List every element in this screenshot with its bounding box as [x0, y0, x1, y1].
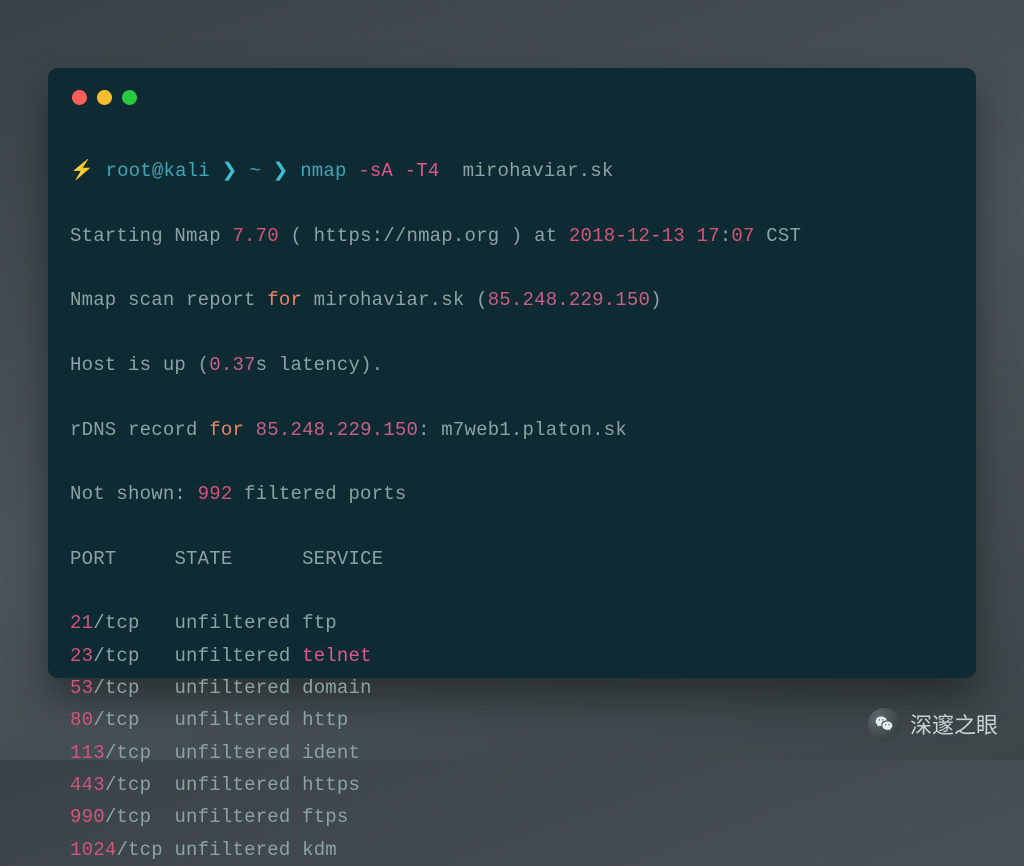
port-proto: /tcp	[93, 709, 139, 731]
command-target: mirohaviar.sk	[463, 160, 614, 182]
port-service: https	[302, 774, 360, 796]
output-line: Host is up (0.37s latency).	[70, 349, 954, 381]
output-line: rDNS record for 85.248.229.150: m7web1.p…	[70, 414, 954, 446]
terminal-output[interactable]: ⚡ root@kali ❯ ~ ❯ nmap -sA -T4 mirohavia…	[70, 123, 954, 866]
port-service: http	[302, 709, 348, 731]
prompt-cwd: ~	[249, 160, 261, 182]
port-row: 21/tcp unfiltered ftp	[70, 607, 954, 639]
port-service: domain	[302, 677, 372, 699]
wechat-icon	[868, 708, 900, 740]
watermark: 深邃之眼	[868, 708, 998, 740]
port-number: 21	[70, 612, 93, 634]
port-state: unfiltered	[174, 612, 290, 634]
port-service: telnet	[302, 645, 372, 667]
col-state: STATE	[174, 548, 232, 570]
port-proto: /tcp	[116, 839, 162, 861]
port-state: unfiltered	[174, 677, 290, 699]
port-row: 990/tcp unfiltered ftps	[70, 801, 954, 833]
port-state: unfiltered	[174, 742, 290, 764]
minimize-button[interactable]	[97, 90, 112, 105]
port-row: 23/tcp unfiltered telnet	[70, 640, 954, 672]
port-service: ftps	[302, 806, 348, 828]
watermark-text: 深邃之眼	[910, 708, 998, 740]
port-state: unfiltered	[174, 645, 290, 667]
col-service: SERVICE	[302, 548, 383, 570]
port-row: 1024/tcp unfiltered kdm	[70, 834, 954, 866]
port-rows: 21/tcp unfiltered ftp23/tcp unfiltered t…	[70, 607, 954, 865]
port-state: unfiltered	[174, 709, 290, 731]
port-proto: /tcp	[105, 742, 151, 764]
terminal-window: ⚡ root@kali ❯ ~ ❯ nmap -sA -T4 mirohavia…	[48, 68, 976, 678]
port-row: 113/tcp unfiltered ident	[70, 737, 954, 769]
port-state: unfiltered	[174, 806, 290, 828]
port-proto: /tcp	[93, 677, 139, 699]
lightning-icon: ⚡	[70, 160, 94, 182]
port-number: 53	[70, 677, 93, 699]
port-row: 443/tcp unfiltered https	[70, 769, 954, 801]
col-port: PORT	[70, 548, 116, 570]
port-service: ident	[302, 742, 360, 764]
port-proto: /tcp	[105, 806, 151, 828]
command-flags: -sA -T4	[358, 160, 439, 182]
port-state: unfiltered	[174, 774, 290, 796]
target-ip: 85.248.229.150	[488, 289, 650, 311]
port-number: 1024	[70, 839, 116, 861]
port-proto: /tcp	[93, 645, 139, 667]
output-line: Nmap scan report for mirohaviar.sk (85.2…	[70, 284, 954, 316]
maximize-button[interactable]	[122, 90, 137, 105]
port-state: unfiltered	[174, 839, 290, 861]
chevron-right-icon: ❯	[272, 160, 288, 182]
port-row: 80/tcp unfiltered http	[70, 704, 954, 736]
close-button[interactable]	[72, 90, 87, 105]
port-service: kdm	[302, 839, 337, 861]
port-service: ftp	[302, 612, 337, 634]
port-row: 53/tcp unfiltered domain	[70, 672, 954, 704]
port-proto: /tcp	[93, 612, 139, 634]
output-line: Not shown: 992 filtered ports	[70, 478, 954, 510]
port-number: 113	[70, 742, 105, 764]
chevron-right-icon: ❯	[222, 160, 238, 182]
port-number: 80	[70, 709, 93, 731]
prompt-user-host: root@kali	[105, 160, 209, 182]
output-line: Starting Nmap 7.70 ( https://nmap.org ) …	[70, 220, 954, 252]
prompt-line: ⚡ root@kali ❯ ~ ❯ nmap -sA -T4 mirohavia…	[70, 155, 954, 187]
window-traffic-lights	[70, 86, 954, 123]
port-proto: /tcp	[105, 774, 151, 796]
port-number: 990	[70, 806, 105, 828]
command-binary: nmap	[300, 160, 346, 182]
port-number: 443	[70, 774, 105, 796]
port-number: 23	[70, 645, 93, 667]
ports-header: PORT STATE SERVICE	[70, 543, 954, 575]
